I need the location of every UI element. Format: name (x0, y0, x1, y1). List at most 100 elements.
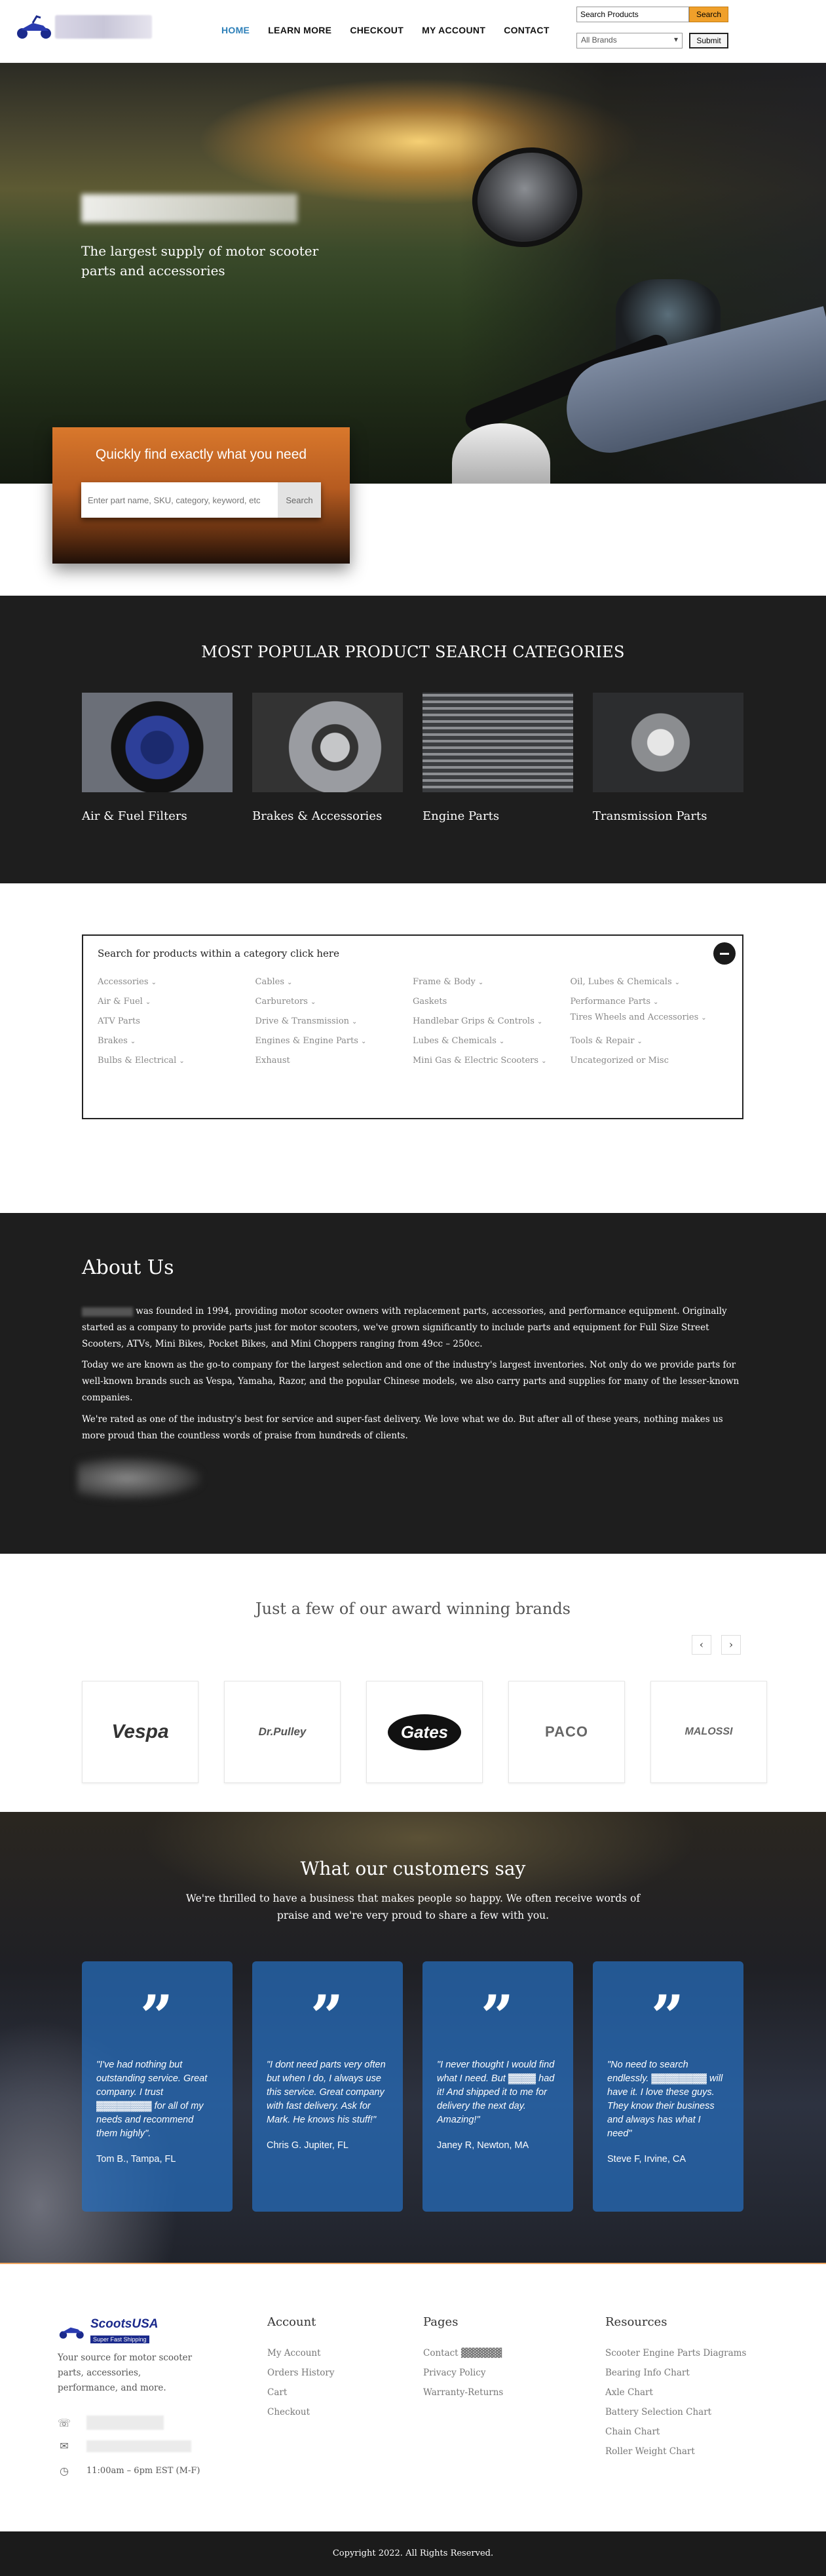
category-link[interactable]: Brakes ⌄ (98, 1031, 255, 1051)
envelope-icon: ✉ (60, 2440, 69, 2452)
brand-card-vespa[interactable]: Vespa (82, 1681, 198, 1783)
footer-link[interactable]: Axle Chart (605, 2383, 746, 2402)
footer-link[interactable]: Warranty-Returns (423, 2383, 503, 2402)
nav-my-account[interactable]: MY ACCOUNT (422, 25, 485, 35)
category-card-transmission[interactable]: Transmission Parts (593, 693, 743, 823)
quote-icon: ” (480, 1982, 514, 2050)
category-link[interactable]: Performance Parts ⌄ (571, 992, 728, 1012)
category-link[interactable]: Gaskets (413, 992, 571, 1012)
scooter-logo-icon (59, 2327, 84, 2339)
site-footer: ScootsUSA Super Fast Shipping Your sourc… (0, 2263, 826, 2531)
carousel-prev-icon[interactable]: ‹ (692, 1635, 711, 1655)
footer-hours: ◷ 11:00am – 6pm EST (M-F) (58, 2465, 200, 2477)
about-title: About Us (82, 1256, 174, 1279)
brand-card-gates[interactable]: Gates (366, 1681, 483, 1783)
brand-card-drpulley[interactable]: Dr.Pulley (224, 1681, 341, 1783)
category-link[interactable]: Cables ⌄ (255, 972, 413, 992)
nav-checkout[interactable]: CHECKOUT (350, 25, 404, 35)
hero-tagline: The largest supply of motor scooter part… (81, 243, 319, 279)
transmission-image (593, 693, 743, 792)
footer-link[interactable]: Contact ▓▓▓▓▓▓ (423, 2343, 503, 2363)
category-link[interactable]: Handlebar Grips & Controls ⌄ (413, 1012, 571, 1031)
category-accordion: Search for products within a category cl… (82, 934, 743, 1119)
testimonial-author: Tom B., Tampa, FL (96, 2154, 176, 2164)
category-link[interactable]: Accessories ⌄ (98, 972, 255, 992)
footer-link[interactable]: Bearing Info Chart (605, 2363, 746, 2383)
phone-icon: ☏ (58, 2416, 71, 2429)
category-label: Engine Parts (422, 809, 500, 823)
category-link[interactable]: Air & Fuel ⌄ (98, 992, 255, 1012)
category-link[interactable]: Tires Wheels and Accessories ⌄ (571, 1012, 728, 1031)
company-name-redacted (82, 1307, 133, 1317)
category-link[interactable]: Uncategorized or Misc (571, 1051, 728, 1071)
nav-home[interactable]: HOME (221, 25, 250, 35)
category-link[interactable]: Oil, Lubes & Chemicals ⌄ (571, 972, 728, 992)
category-card-engine[interactable]: Engine Parts (422, 693, 573, 823)
footer-logo[interactable]: ScootsUSA Super Fast Shipping (58, 2315, 189, 2345)
footer-description: Your source for motor scooter parts, acc… (58, 2353, 193, 2393)
category-link[interactable]: Lubes & Chemicals ⌄ (413, 1031, 571, 1051)
nav-contact[interactable]: CONTACT (504, 25, 550, 35)
category-card-brakes[interactable]: Brakes & Accessories (252, 693, 403, 823)
category-link[interactable]: Engines & Engine Parts ⌄ (255, 1031, 413, 1051)
header-search: Search (576, 7, 728, 22)
category-accordion-header[interactable]: Search for products within a category cl… (83, 936, 742, 972)
category-link[interactable]: Drive & Transmission ⌄ (255, 1012, 413, 1031)
logo-text-redacted (55, 15, 152, 39)
hero-title-redacted (81, 194, 297, 223)
testimonials-intro: We're thrilled to have a business that m… (185, 1893, 641, 1921)
footer-link[interactable]: Battery Selection Chart (605, 2402, 746, 2422)
quote-icon: ” (140, 1982, 174, 2050)
collapse-icon[interactable] (713, 942, 736, 965)
brand-filter: All Brands Submit (576, 33, 728, 48)
about-paragraph: We're rated as one of the industry's bes… (82, 1414, 723, 1441)
category-card-filters[interactable]: Air & Fuel Filters (82, 693, 233, 823)
quick-find-title: Quickly find exactly what you need (95, 447, 307, 462)
gates-logo: Gates (387, 1714, 462, 1750)
header-search-button[interactable]: Search (689, 7, 728, 22)
chevron-down-icon: ⌄ (310, 999, 316, 1006)
quick-find-search-button[interactable]: Search (278, 482, 321, 518)
header-search-input[interactable] (576, 7, 689, 22)
category-link[interactable]: Bulbs & Electrical ⌄ (98, 1051, 255, 1071)
chevron-down-icon: ⌄ (130, 1038, 136, 1045)
paco-logo: PACO (545, 1723, 588, 1740)
chevron-down-icon: ⌄ (151, 979, 157, 986)
copyright-bar: Copyright 2022. All Rights Reserved. (0, 2531, 826, 2576)
category-column: Oil, Lubes & Chemicals ⌄ Performance Part… (571, 972, 728, 1071)
footer-link[interactable]: Scooter Engine Parts Diagrams (605, 2343, 746, 2363)
footer-link[interactable]: Roller Weight Chart (605, 2442, 746, 2461)
footer-pages-title: Pages (423, 2315, 459, 2329)
category-link[interactable]: Tools & Repair ⌄ (571, 1031, 728, 1051)
category-link[interactable]: Frame & Body ⌄ (413, 972, 571, 992)
footer-link[interactable]: Privacy Policy (423, 2363, 503, 2383)
malossi-logo: MALOSSI (685, 1726, 733, 1737)
brand-submit-button[interactable]: Submit (689, 33, 728, 48)
testimonial-text: "I never thought I would find what I nee… (437, 2060, 555, 2125)
footer-link[interactable]: Checkout (267, 2402, 334, 2422)
nav-learn-more[interactable]: LEARN MORE (268, 25, 331, 35)
quick-find-input[interactable] (81, 482, 278, 518)
footer-link[interactable]: Cart (267, 2383, 334, 2402)
chevron-down-icon: ⌄ (653, 999, 659, 1006)
category-link[interactable]: ATV Parts (98, 1012, 255, 1031)
brand-card-malossi[interactable]: MALOSSI (650, 1681, 767, 1783)
chevron-down-icon: ⌄ (179, 1058, 185, 1065)
brand-select-dropdown[interactable]: All Brands (576, 33, 683, 48)
category-link[interactable]: Carburetors ⌄ (255, 992, 413, 1012)
popular-categories-section: MOST POPULAR PRODUCT SEARCH CATEGORIES A… (0, 596, 826, 883)
category-link[interactable]: Exhaust (255, 1051, 413, 1071)
brand-card-paco[interactable]: PACO (508, 1681, 625, 1783)
category-link[interactable]: Mini Gas & Electric Scooters ⌄ (413, 1051, 571, 1071)
brake-disc-image (252, 693, 403, 792)
site-logo[interactable] (14, 12, 152, 42)
category-accordion-title: Search for products within a category cl… (98, 948, 339, 959)
footer-link[interactable]: My Account (267, 2343, 334, 2363)
chevron-down-icon: ⌄ (478, 979, 484, 986)
testimonials-section: What our customers say We're thrilled to… (0, 1812, 826, 2263)
about-paragraph: Today we are known as the go-to company … (82, 1360, 740, 1403)
carousel-next-icon[interactable]: › (721, 1635, 741, 1655)
footer-link[interactable]: Orders History (267, 2363, 334, 2383)
footer-link[interactable]: Chain Chart (605, 2422, 746, 2442)
testimonial-text: "I dont need parts very often but when I… (267, 2060, 386, 2125)
